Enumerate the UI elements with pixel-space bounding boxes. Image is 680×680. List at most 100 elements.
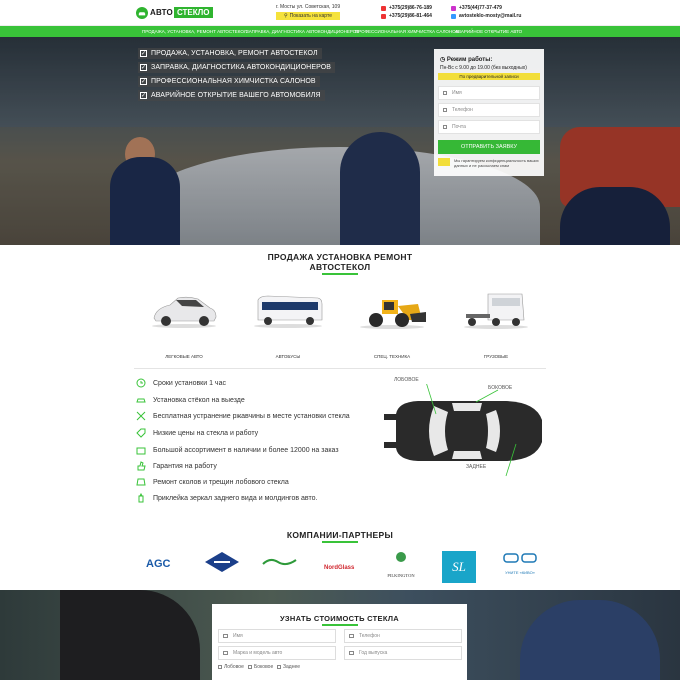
quote-phone-placeholder: Телефон [359, 633, 380, 639]
feature-item: Приклейка зеркал заднего вида и молдинго… [136, 493, 317, 503]
partner-pilkington[interactable]: PILKINGTON [384, 552, 418, 582]
feature-item: Низкие цены на стекла и работу [136, 428, 258, 438]
partner-kivo-text: УНИТЕ «КИВО» [505, 570, 535, 575]
quote-year-placeholder: Год выпуска [359, 650, 388, 656]
work-hours: Пн-Вс с 9.00 до 19.00 (без выходных) [440, 65, 527, 71]
feature-text: Низкие цены на стекла и работу [153, 429, 259, 437]
option-rear[interactable]: Заднее [277, 664, 300, 670]
feature-text: Сроки установки 1 час [153, 379, 226, 387]
quote-model-placeholder: Марка и модель авто [233, 650, 283, 656]
hero-bullet-text: ПРОДАЖА, УСТАНОВКА, РЕМОНТ АВТОСТЕКОЛ [151, 50, 318, 57]
vehicle-special[interactable] [352, 290, 432, 350]
feature-text: Бесплатная устранение ржавчины в месте у… [153, 412, 350, 420]
nav-item[interactable]: ЗАПРАВКА, ДИАГНОСТИКА АВТОКОНДИЦИОНЕРОВ [246, 29, 359, 34]
option-label: Боковое [254, 664, 274, 670]
car-icon [136, 6, 148, 19]
callout-rear: ЗАДНЕЕ [466, 464, 487, 470]
quote-title: УЗНАТЬ СТОИМОСТЬ СТЕКЛА [279, 614, 400, 623]
logo-accent: СТЕКЛО [173, 7, 213, 18]
vehicle-truck[interactable] [456, 290, 536, 350]
phone-1-text: +375(29)86-76-189 [389, 5, 432, 11]
section-title-2: АВТОСТЕКОЛ [309, 262, 371, 272]
email-text: avtosteklo-mosty@mail.ru [459, 13, 522, 19]
phone-1[interactable]: +375(29)86-76-189 [381, 5, 432, 11]
submit-request-button[interactable]: ОТПРАВИТЬ ЗАЯВКУ [438, 140, 540, 154]
phone-placeholder: Телефон [452, 107, 473, 113]
loader-icon [360, 300, 426, 329]
windshield-icon [136, 477, 146, 487]
quote-model-field[interactable]: Марка и модель авто [218, 646, 336, 660]
logo-text: АВТО [150, 8, 173, 17]
hero-bullets: ✓ ПРОДАЖА, УСТАНОВКА, РЕМОНТ АВТОСТЕКОЛ ✓… [138, 48, 336, 104]
email-link[interactable]: avtosteklo-mosty@mail.ru [451, 13, 521, 19]
section-title: ПРОДАЖА УСТАНОВКА РЕМОНТ [267, 252, 413, 262]
title-underline [322, 624, 358, 626]
vehicle-car[interactable] [144, 290, 224, 350]
partner-wave-icon [262, 558, 297, 566]
phone-2[interactable]: +375(29)86-81-464 [381, 13, 432, 19]
partner-logo-3[interactable] [262, 555, 298, 585]
nav-item[interactable]: ПРОФЕССИОНАЛЬНАЯ ХИМЧИСТКА САЛОНОВ [355, 29, 459, 34]
phone-field[interactable]: Телефон [438, 103, 540, 117]
check-icon: ✓ [140, 50, 147, 57]
top-bar: АВТО СТЕКЛО г. Мосты ул. Советская, 109 … [0, 0, 680, 26]
partner-agc[interactable]: AGC [146, 554, 170, 584]
feature-text: Гарантия на работу [153, 462, 217, 470]
partner-nordglass-text: NordGlass [324, 565, 355, 571]
mail-icon [451, 13, 456, 19]
user-icon [223, 634, 228, 638]
partners-title: КОМПАНИИ-ПАРТНЕРЫ [286, 530, 394, 540]
option-side[interactable]: Боковое [248, 664, 273, 670]
option-front[interactable]: Лобовое [218, 664, 244, 670]
checkbox[interactable] [218, 665, 222, 669]
email-placeholder: Почта [452, 124, 466, 130]
partner-sl[interactable]: SL [442, 551, 476, 583]
life-icon [451, 5, 456, 11]
title-underline [322, 541, 358, 543]
quote-year-field[interactable]: Год выпуска [344, 646, 462, 660]
site-logo[interactable]: АВТО СТЕКЛО [136, 6, 213, 19]
partner-nordglass[interactable]: NordGlass [324, 556, 354, 586]
vehicle-label: АВТОБУСЫ [275, 354, 301, 359]
name-field[interactable]: Имя [438, 86, 540, 100]
hero-bullet: ✓ ПРОДАЖА, УСТАНОВКА, РЕМОНТ АВТОСТЕКОЛ [138, 48, 322, 59]
feature-item: Гарантия на работу [136, 461, 217, 471]
partner-kivo[interactable]: УНИТЕ «КИВО» [500, 551, 540, 581]
feature-item: Бесплатная устранение ржавчины в месте у… [136, 411, 350, 421]
show-map-button[interactable]: ⚲ Показать на карте [276, 12, 340, 20]
hero-bullet: ✓ ЗАПРАВКА, ДИАГНОСТИКА АВТОКОНДИЦИОНЕРОВ [138, 62, 336, 73]
check-icon: ✓ [140, 78, 147, 85]
vehicle-label: СПЕЦ. ТЕХНИКА [373, 354, 411, 359]
thumbs-up-icon [136, 461, 146, 471]
phone-2-text: +375(29)86-81-464 [389, 13, 432, 19]
car-icon [223, 651, 228, 655]
quote-phone-field[interactable]: Телефон [344, 629, 462, 643]
partner-chain-icon [503, 553, 537, 563]
mts-icon [381, 5, 386, 11]
car-icon [136, 395, 146, 405]
partner-pilkington-text: PILKINGTON [387, 573, 415, 578]
checkbox[interactable] [277, 665, 281, 669]
feature-text: Большой ассортимент в наличии и более 12… [153, 446, 339, 454]
quote-name-field[interactable]: Имя [218, 629, 336, 643]
divider [134, 368, 546, 369]
vehicle-bus[interactable] [248, 290, 328, 350]
hero-bullet-text: ЗАПРАВКА, ДИАГНОСТИКА АВТОКОНДИЦИОНЕРОВ [151, 64, 332, 71]
checkbox[interactable] [248, 665, 252, 669]
partner-emblem-icon [205, 552, 239, 572]
partner-logo-2[interactable] [204, 551, 240, 581]
privacy-text: Мы гарантируем конфиденциальность ваших … [454, 158, 539, 168]
partner-sl-text: SL [452, 559, 466, 574]
nav-item[interactable]: АВАРИЙНОЕ ОТКРЫТИЕ АВТО [455, 29, 522, 34]
partner-agc-text: AGC [146, 558, 171, 570]
hero-overlay [0, 37, 680, 245]
phone-3[interactable]: +375(44)77-37-479 [451, 5, 502, 11]
feature-text: Установка стёкол на выезде [153, 396, 245, 404]
nav-item[interactable]: ПРОДАЖА, УСТАНОВКА, РЕМОНТ АВТОСТЕКОЛ [142, 29, 247, 34]
name-placeholder: Имя [452, 90, 462, 96]
phone-icon [349, 634, 354, 638]
hero-bullet: ✓ ПРОФЕССИОНАЛЬНАЯ ХИМЧИСТКА САЛОНОВ [138, 76, 320, 87]
worker-image [520, 600, 660, 680]
clock-icon: ◷ [440, 57, 447, 63]
email-field[interactable]: Почта [438, 120, 540, 134]
